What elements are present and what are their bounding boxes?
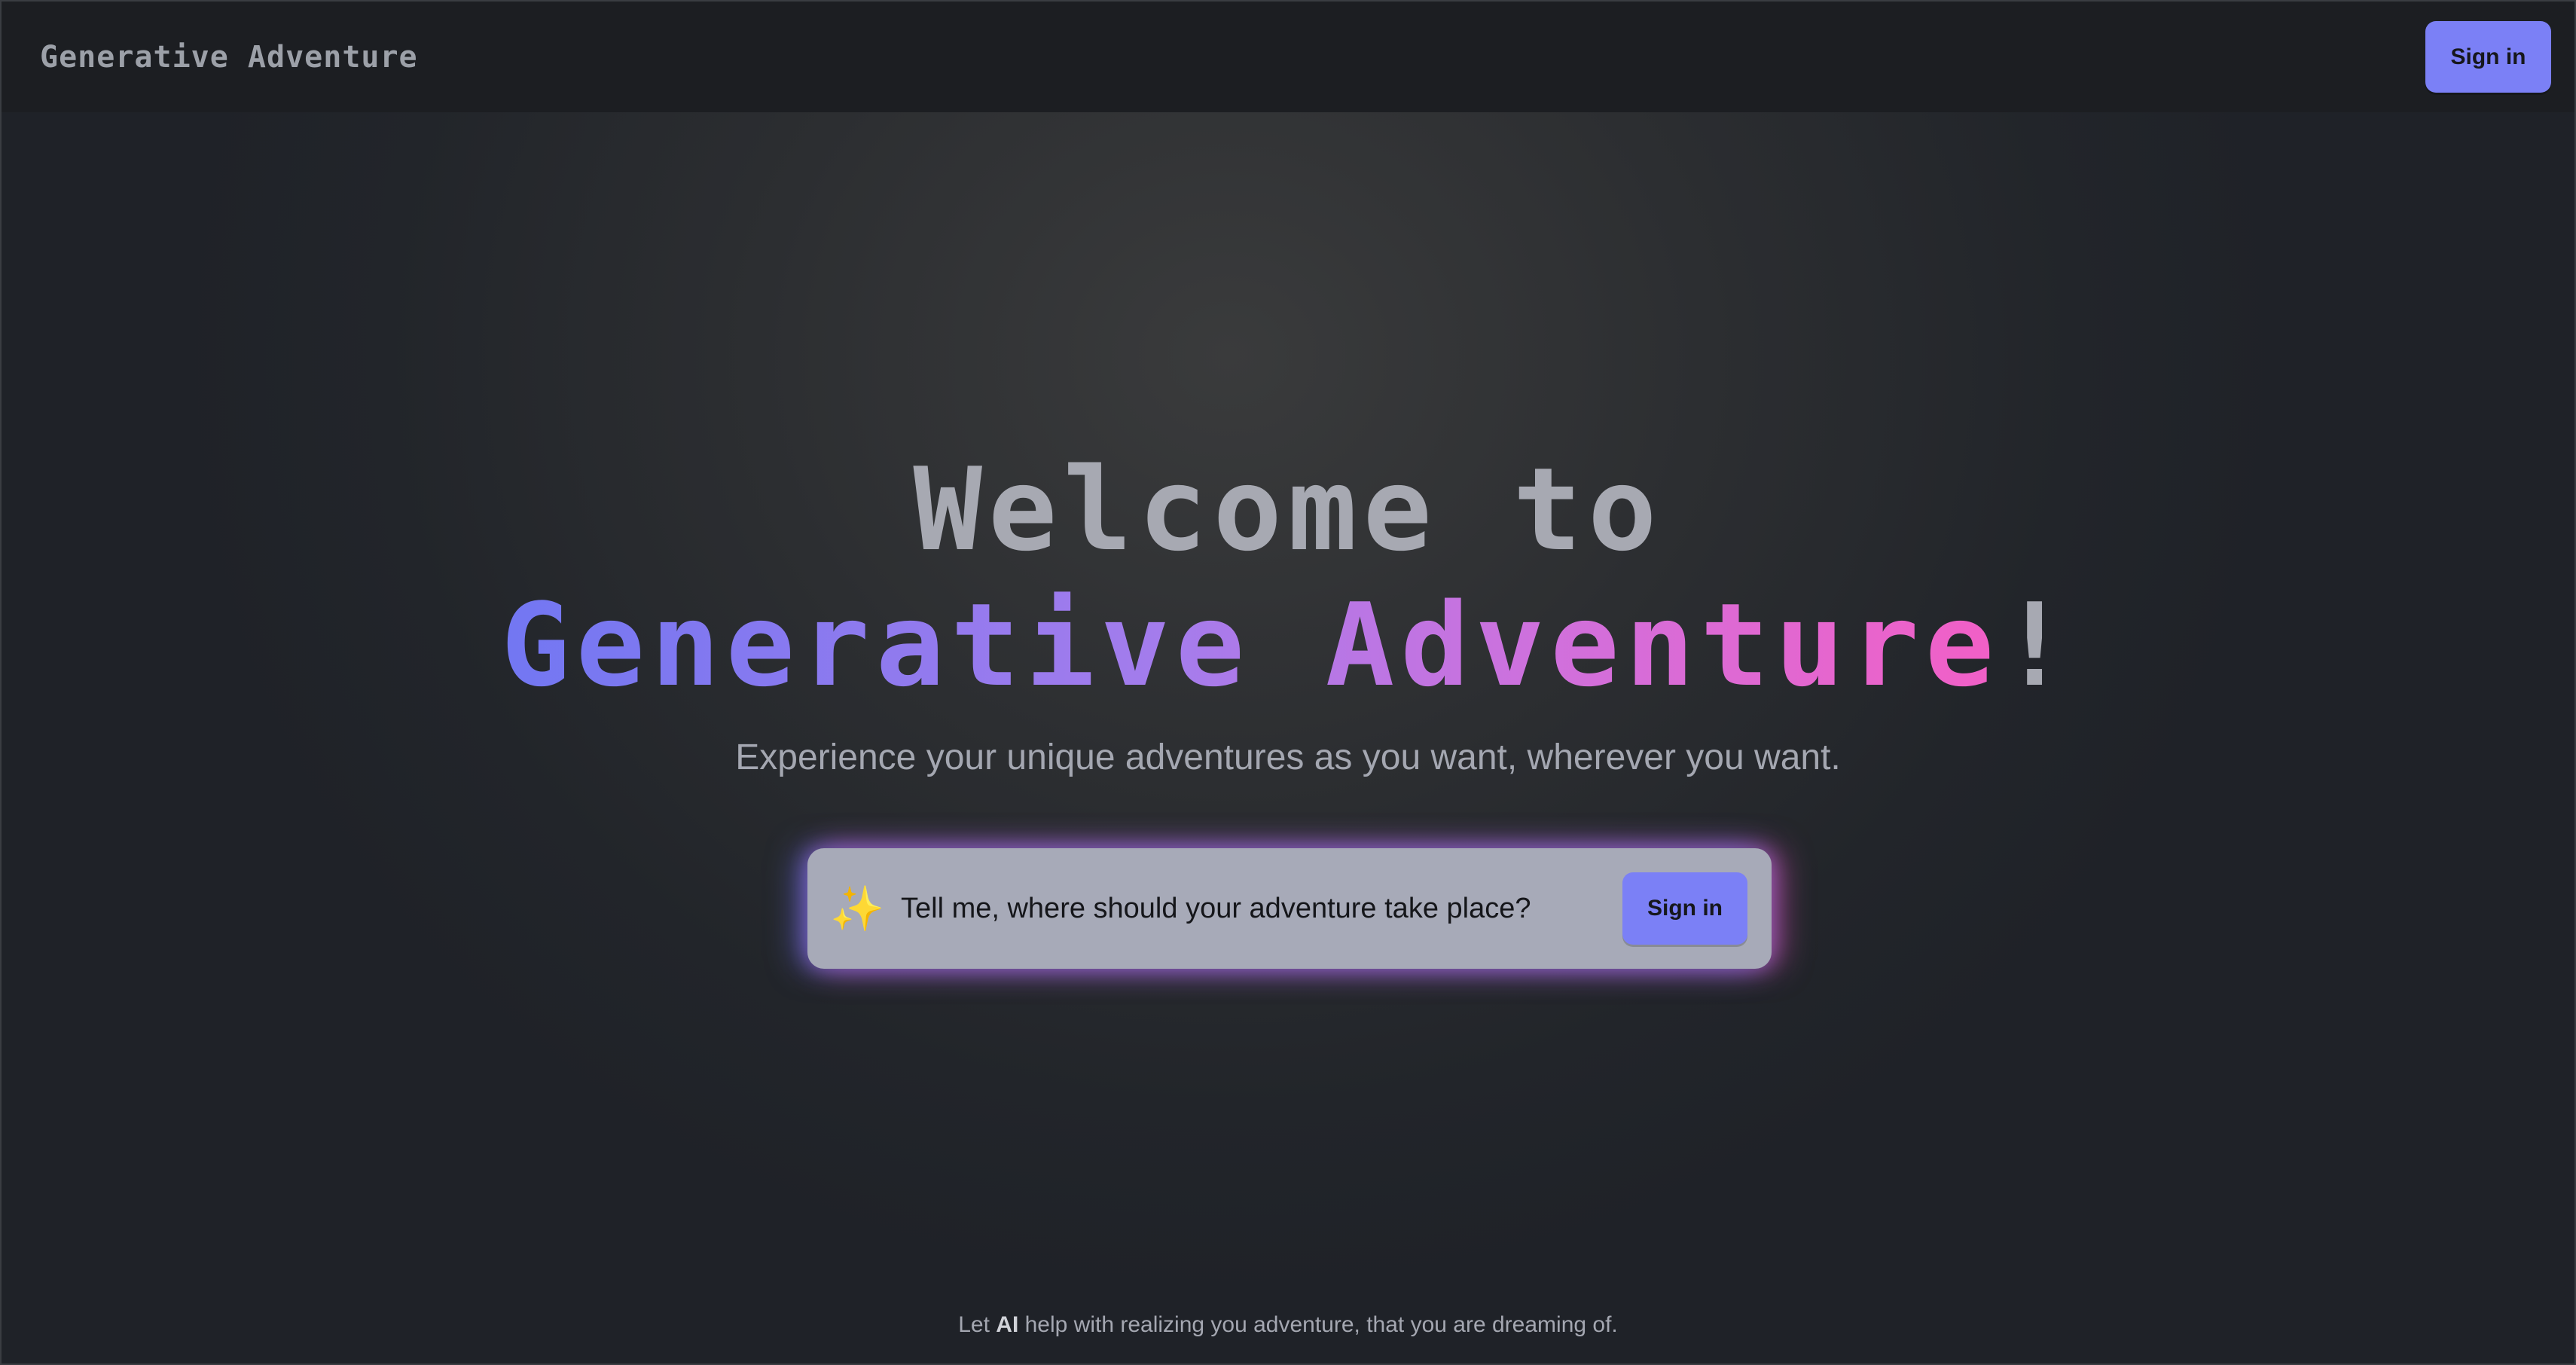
prompt-sign-in-button[interactable]: Sign in: [1622, 872, 1747, 945]
footer-suffix: help with realizing you adventure, that …: [1018, 1312, 1618, 1337]
sparkles-icon: ✨: [830, 883, 885, 934]
app-title: Generative Adventure!: [2, 574, 2574, 717]
adventure-prompt-input[interactable]: Tell me, where should your adventure tak…: [901, 893, 1622, 925]
hero: Welcome to Generative Adventure! Experie…: [2, 446, 2574, 778]
brand-logo[interactable]: Generative Adventure: [40, 40, 418, 75]
welcome-heading: Welcome to: [913, 443, 1663, 576]
footer-ai-highlight: AI: [996, 1312, 1019, 1337]
footer-prefix: Let: [958, 1312, 997, 1337]
sign-in-button[interactable]: Sign in: [2425, 21, 2551, 93]
page: Generative Adventure Sign in Welcome to …: [0, 0, 2576, 1365]
app-title-exclamation: !: [2000, 579, 2075, 712]
app-title-gradient: Generative Adventure: [501, 579, 2001, 712]
tagline: Experience your unique adventures as you…: [735, 737, 1841, 777]
adventure-prompt-box[interactable]: ✨ Tell me, where should your adventure t…: [807, 848, 1772, 969]
top-bar: Generative Adventure Sign in: [2, 2, 2574, 112]
footer-text: Let AI help with realizing you adventure…: [2, 1312, 2574, 1338]
